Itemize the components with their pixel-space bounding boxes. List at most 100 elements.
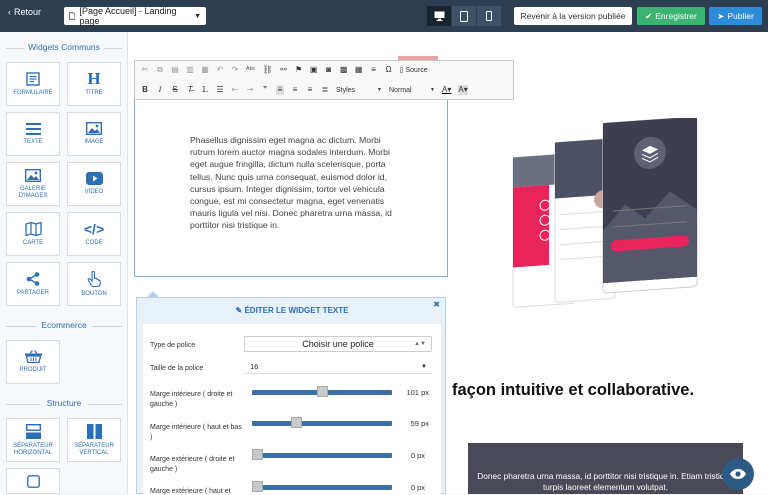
widget-label: TEXTE: [23, 138, 43, 145]
font-type-select[interactable]: Choisir une police ▲▼: [244, 336, 432, 352]
bold-icon[interactable]: B: [141, 85, 149, 95]
map-icon: [24, 221, 42, 236]
slider-handle[interactable]: [316, 386, 328, 397]
margin-horizontal-slider[interactable]: [252, 449, 392, 460]
toolbar-row-2: B I S T̶ ⒈ ☰ ⇤ ⇥ ” ≡ ≡ ≡ ≣ Styles ▼ Norm…: [141, 84, 468, 96]
page-icon: [69, 12, 76, 20]
horizontal-separator-icon: [25, 423, 41, 439]
align-left-icon[interactable]: ≡: [276, 85, 284, 95]
publish-label: Publier: [727, 11, 754, 21]
indent-icon[interactable]: ⇥: [246, 85, 254, 95]
widget-code[interactable]: </> CODE: [67, 212, 121, 256]
mobile-view-button[interactable]: [477, 6, 501, 26]
remove-format-icon[interactable]: T̶: [186, 85, 194, 95]
close-icon[interactable]: ✖: [433, 300, 440, 309]
text-color-icon[interactable]: A▾: [442, 85, 451, 95]
preview-eye-button[interactable]: [722, 458, 754, 490]
widget-form[interactable]: FORMULAIRE: [6, 62, 60, 106]
basket-icon: [24, 350, 42, 363]
widget-more[interactable]: [6, 468, 60, 494]
link-icon[interactable]: ⛓: [262, 65, 272, 75]
paste-icon[interactable]: ▤: [171, 65, 179, 75]
bullet-list-icon[interactable]: ☰: [216, 85, 224, 95]
pointer-icon: [87, 270, 101, 287]
widget-video[interactable]: VIDEO: [67, 162, 121, 206]
cut-icon[interactable]: ✂: [141, 65, 149, 75]
background-color-icon[interactable]: A▾: [458, 85, 468, 95]
copy-icon[interactable]: ⧉: [156, 65, 164, 75]
padding-vertical-slider[interactable]: [252, 417, 392, 428]
page-select[interactable]: [Page Accueil] - Landing page ▼: [64, 6, 206, 26]
widget-text[interactable]: TEXTE: [6, 112, 60, 156]
widget-sidebar: Widgets Communs FORMULAIRE H TITRE TEXTE…: [0, 32, 128, 494]
font-size-select[interactable]: 16 ▼: [244, 360, 432, 374]
slider-label: Marge extérieure ( droite et gauche ): [150, 456, 235, 473]
widget-label: TITRE: [85, 90, 103, 96]
justify-icon[interactable]: ≣: [321, 85, 329, 95]
slider-value: 0 px: [410, 451, 425, 460]
slider-handle[interactable]: [252, 481, 263, 492]
numbered-list-icon[interactable]: ⒈: [201, 85, 209, 95]
format-dropdown[interactable]: Normal ▼: [389, 84, 435, 96]
widget-label: PARTAGER: [16, 289, 49, 296]
source-button[interactable]: ▯ Source: [400, 66, 428, 75]
widget-label: CARTE: [22, 239, 44, 246]
save-button[interactable]: ✔ Enregistrer: [637, 7, 705, 25]
font-size-value: 16: [250, 362, 259, 371]
widget-vertical-separator[interactable]: SÉPARATEUR VERTICAL: [67, 418, 121, 462]
panel-title: ✎ ÉDITER LE WIDGET TEXTE: [137, 306, 447, 315]
align-right-icon[interactable]: ≡: [306, 85, 314, 95]
widget-share[interactable]: PARTAGER: [6, 262, 60, 306]
media-icon[interactable]: ◙: [325, 65, 333, 75]
margin-vertical-slider[interactable]: [252, 481, 392, 492]
widget-product[interactable]: PRODUIT: [6, 340, 60, 384]
tablet-view-button[interactable]: [452, 6, 476, 26]
slider-handle[interactable]: [252, 449, 263, 460]
caret-down-icon: ▼: [430, 87, 435, 93]
italic-icon[interactable]: I: [156, 85, 164, 95]
image-insert-icon[interactable]: ▣: [310, 65, 318, 75]
publish-button[interactable]: ➤ Publier: [709, 7, 762, 25]
save-label: Enregistrer: [655, 11, 697, 21]
section-heading[interactable]: façon intuitive et collaborative.: [452, 381, 694, 400]
desktop-view-button[interactable]: [427, 6, 451, 26]
video-insert-icon[interactable]: ▩: [340, 65, 348, 75]
back-button[interactable]: ‹ Retour: [8, 7, 41, 17]
text-icon: [25, 122, 41, 135]
gallery-icon: [25, 168, 41, 182]
widget-heading[interactable]: H TITRE: [67, 62, 121, 106]
paste-word-icon[interactable]: ▦: [201, 65, 209, 75]
widget-label: GALERIE D'IMAGES: [18, 185, 48, 199]
special-char-icon[interactable]: Ω: [385, 65, 393, 75]
format-label: Normal: [389, 86, 412, 94]
section-title-ecommerce: Ecommerce: [41, 320, 87, 330]
spellcheck-icon[interactable]: ᴬᵇᶜ: [246, 65, 255, 75]
paste-text-icon[interactable]: ▥: [186, 65, 194, 75]
align-center-icon[interactable]: ≡: [291, 85, 299, 95]
text-widget-paragraph[interactable]: Phasellus dignissim eget magna ac dictum…: [190, 134, 396, 232]
padding-horizontal-slider[interactable]: [252, 386, 392, 397]
widget-label: FORMULAIRE: [13, 89, 53, 96]
slider-label: Marge intérieure ( droite et gauche ): [150, 391, 233, 408]
revert-button[interactable]: Revenir à la version publiée: [514, 7, 632, 25]
styles-dropdown[interactable]: Styles ▼: [336, 84, 382, 96]
redo-icon[interactable]: ↷: [231, 65, 239, 75]
unlink-icon[interactable]: ⚯: [280, 65, 288, 75]
panel-title-text: ÉDITER LE WIDGET TEXTE: [244, 306, 349, 315]
horizontal-rule-icon[interactable]: ≡: [370, 65, 378, 75]
undo-icon[interactable]: ↶: [216, 65, 224, 75]
blockquote-icon[interactable]: ”: [261, 85, 269, 95]
widget-horizontal-separator[interactable]: SÉPARATEUR HORIZONTAL: [6, 418, 60, 462]
widget-image[interactable]: IMAGE: [67, 112, 121, 156]
dark-text-block[interactable]: Donec pharetra urna massa, id porttitor …: [468, 443, 743, 494]
table-icon[interactable]: ▦: [355, 65, 363, 75]
anchor-flag-icon[interactable]: ⚑: [295, 65, 303, 75]
slider-handle[interactable]: [290, 417, 302, 428]
outdent-icon[interactable]: ⇤: [231, 85, 239, 95]
widget-map[interactable]: CARTE: [6, 212, 60, 256]
strikethrough-icon[interactable]: S: [171, 85, 179, 95]
widget-gallery[interactable]: GALERIE D'IMAGES: [6, 162, 60, 206]
widget-button[interactable]: BOUTON: [67, 262, 121, 306]
vertical-separator-icon: [86, 423, 102, 439]
font-type-value: Choisir une police: [302, 339, 374, 349]
